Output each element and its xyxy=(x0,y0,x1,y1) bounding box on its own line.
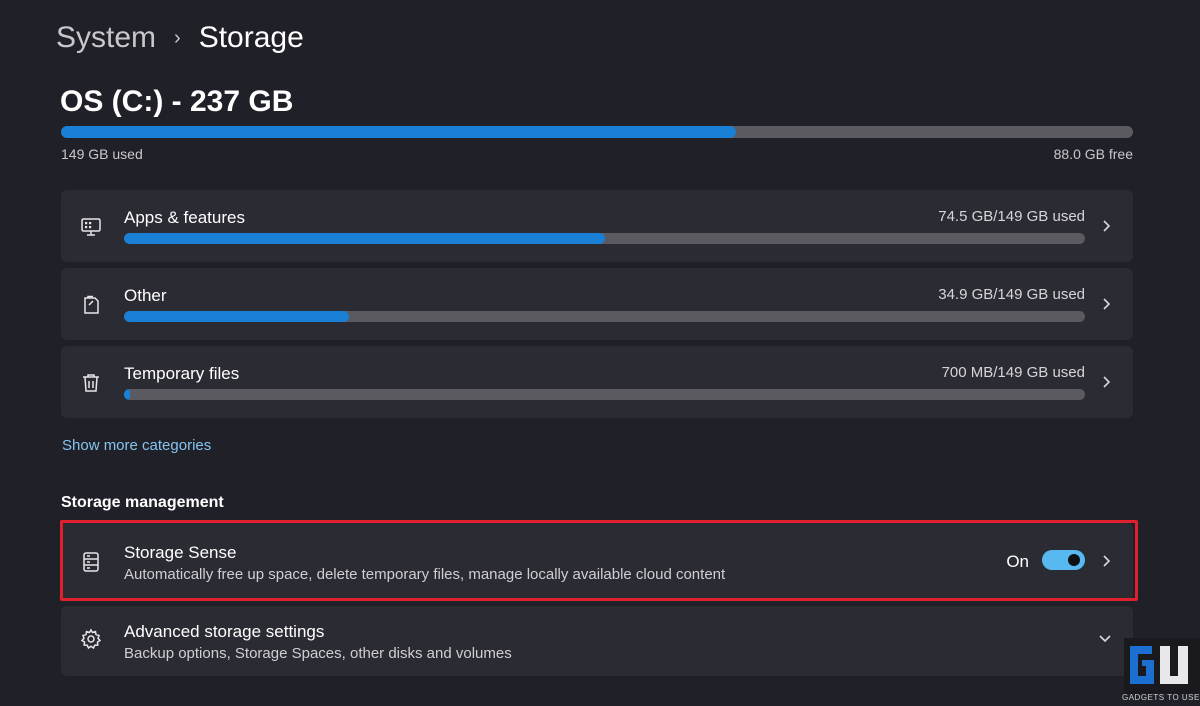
category-usage-bar xyxy=(124,311,1085,322)
breadcrumb-system[interactable]: System xyxy=(56,18,156,58)
storage-sense-row[interactable]: Storage Sense Automatically free up spac… xyxy=(61,523,1133,601)
category-apps-features[interactable]: Apps & features 74.5 GB/149 GB used xyxy=(61,190,1133,262)
toggle-knob xyxy=(1068,554,1080,566)
category-label: Temporary files xyxy=(124,364,240,383)
category-label: Other xyxy=(124,286,167,305)
watermark-caption: GADGETS TO USE xyxy=(1122,693,1200,702)
chevron-right-icon xyxy=(1103,220,1111,232)
category-usage-fill xyxy=(124,389,130,400)
page-title: Storage xyxy=(198,21,304,54)
advanced-storage-settings-row[interactable]: Advanced storage settings Backup options… xyxy=(61,606,1133,676)
category-usage: 700 MB/149 GB used xyxy=(941,364,1085,381)
drive-title: OS (C:) - 237 GB xyxy=(60,85,294,118)
chevron-right-icon xyxy=(1103,298,1111,310)
storage-sense-toggle[interactable] xyxy=(1042,550,1085,570)
trash-icon xyxy=(83,374,99,392)
breadcrumb-separator: › xyxy=(174,27,181,49)
drive-usage-bar xyxy=(61,126,1133,138)
drive-usage-fill xyxy=(61,126,737,138)
category-usage-bar xyxy=(124,389,1085,400)
chevron-right-icon[interactable] xyxy=(1099,553,1113,569)
category-usage: 74.5 GB/149 GB used xyxy=(938,208,1085,225)
storage-management-heading: Storage management xyxy=(61,494,224,511)
gear-icon xyxy=(80,628,102,650)
drive-used-label: 149 GB used xyxy=(61,146,143,162)
category-usage: 34.9 GB/149 GB used xyxy=(938,286,1085,303)
drive-free-label: 88.0 GB free xyxy=(1053,146,1133,162)
advanced-storage-title: Advanced storage settings xyxy=(124,622,325,641)
category-usage-fill xyxy=(124,311,349,322)
breadcrumb: System › Storage xyxy=(56,18,304,58)
show-more-categories-link[interactable]: Show more categories xyxy=(62,437,211,454)
advanced-storage-description: Backup options, Storage Spaces, other di… xyxy=(124,645,512,662)
chevron-right-icon xyxy=(1103,376,1111,388)
other-files-icon xyxy=(84,295,99,314)
storage-sense-title: Storage Sense xyxy=(124,543,237,562)
category-other[interactable]: Other 34.9 GB/149 GB used xyxy=(61,268,1133,340)
storage-sense-toggle-label: On xyxy=(1006,552,1029,571)
storage-sense-description: Automatically free up space, delete temp… xyxy=(124,566,726,583)
category-usage-bar xyxy=(124,233,1085,244)
storage-drive-icon xyxy=(83,552,99,572)
category-usage-fill xyxy=(124,233,605,244)
chevron-down-icon[interactable] xyxy=(1097,632,1113,646)
apps-icon xyxy=(81,218,101,236)
category-label: Apps & features xyxy=(124,208,245,227)
category-temporary-files[interactable]: Temporary files 700 MB/149 GB used xyxy=(61,346,1133,418)
